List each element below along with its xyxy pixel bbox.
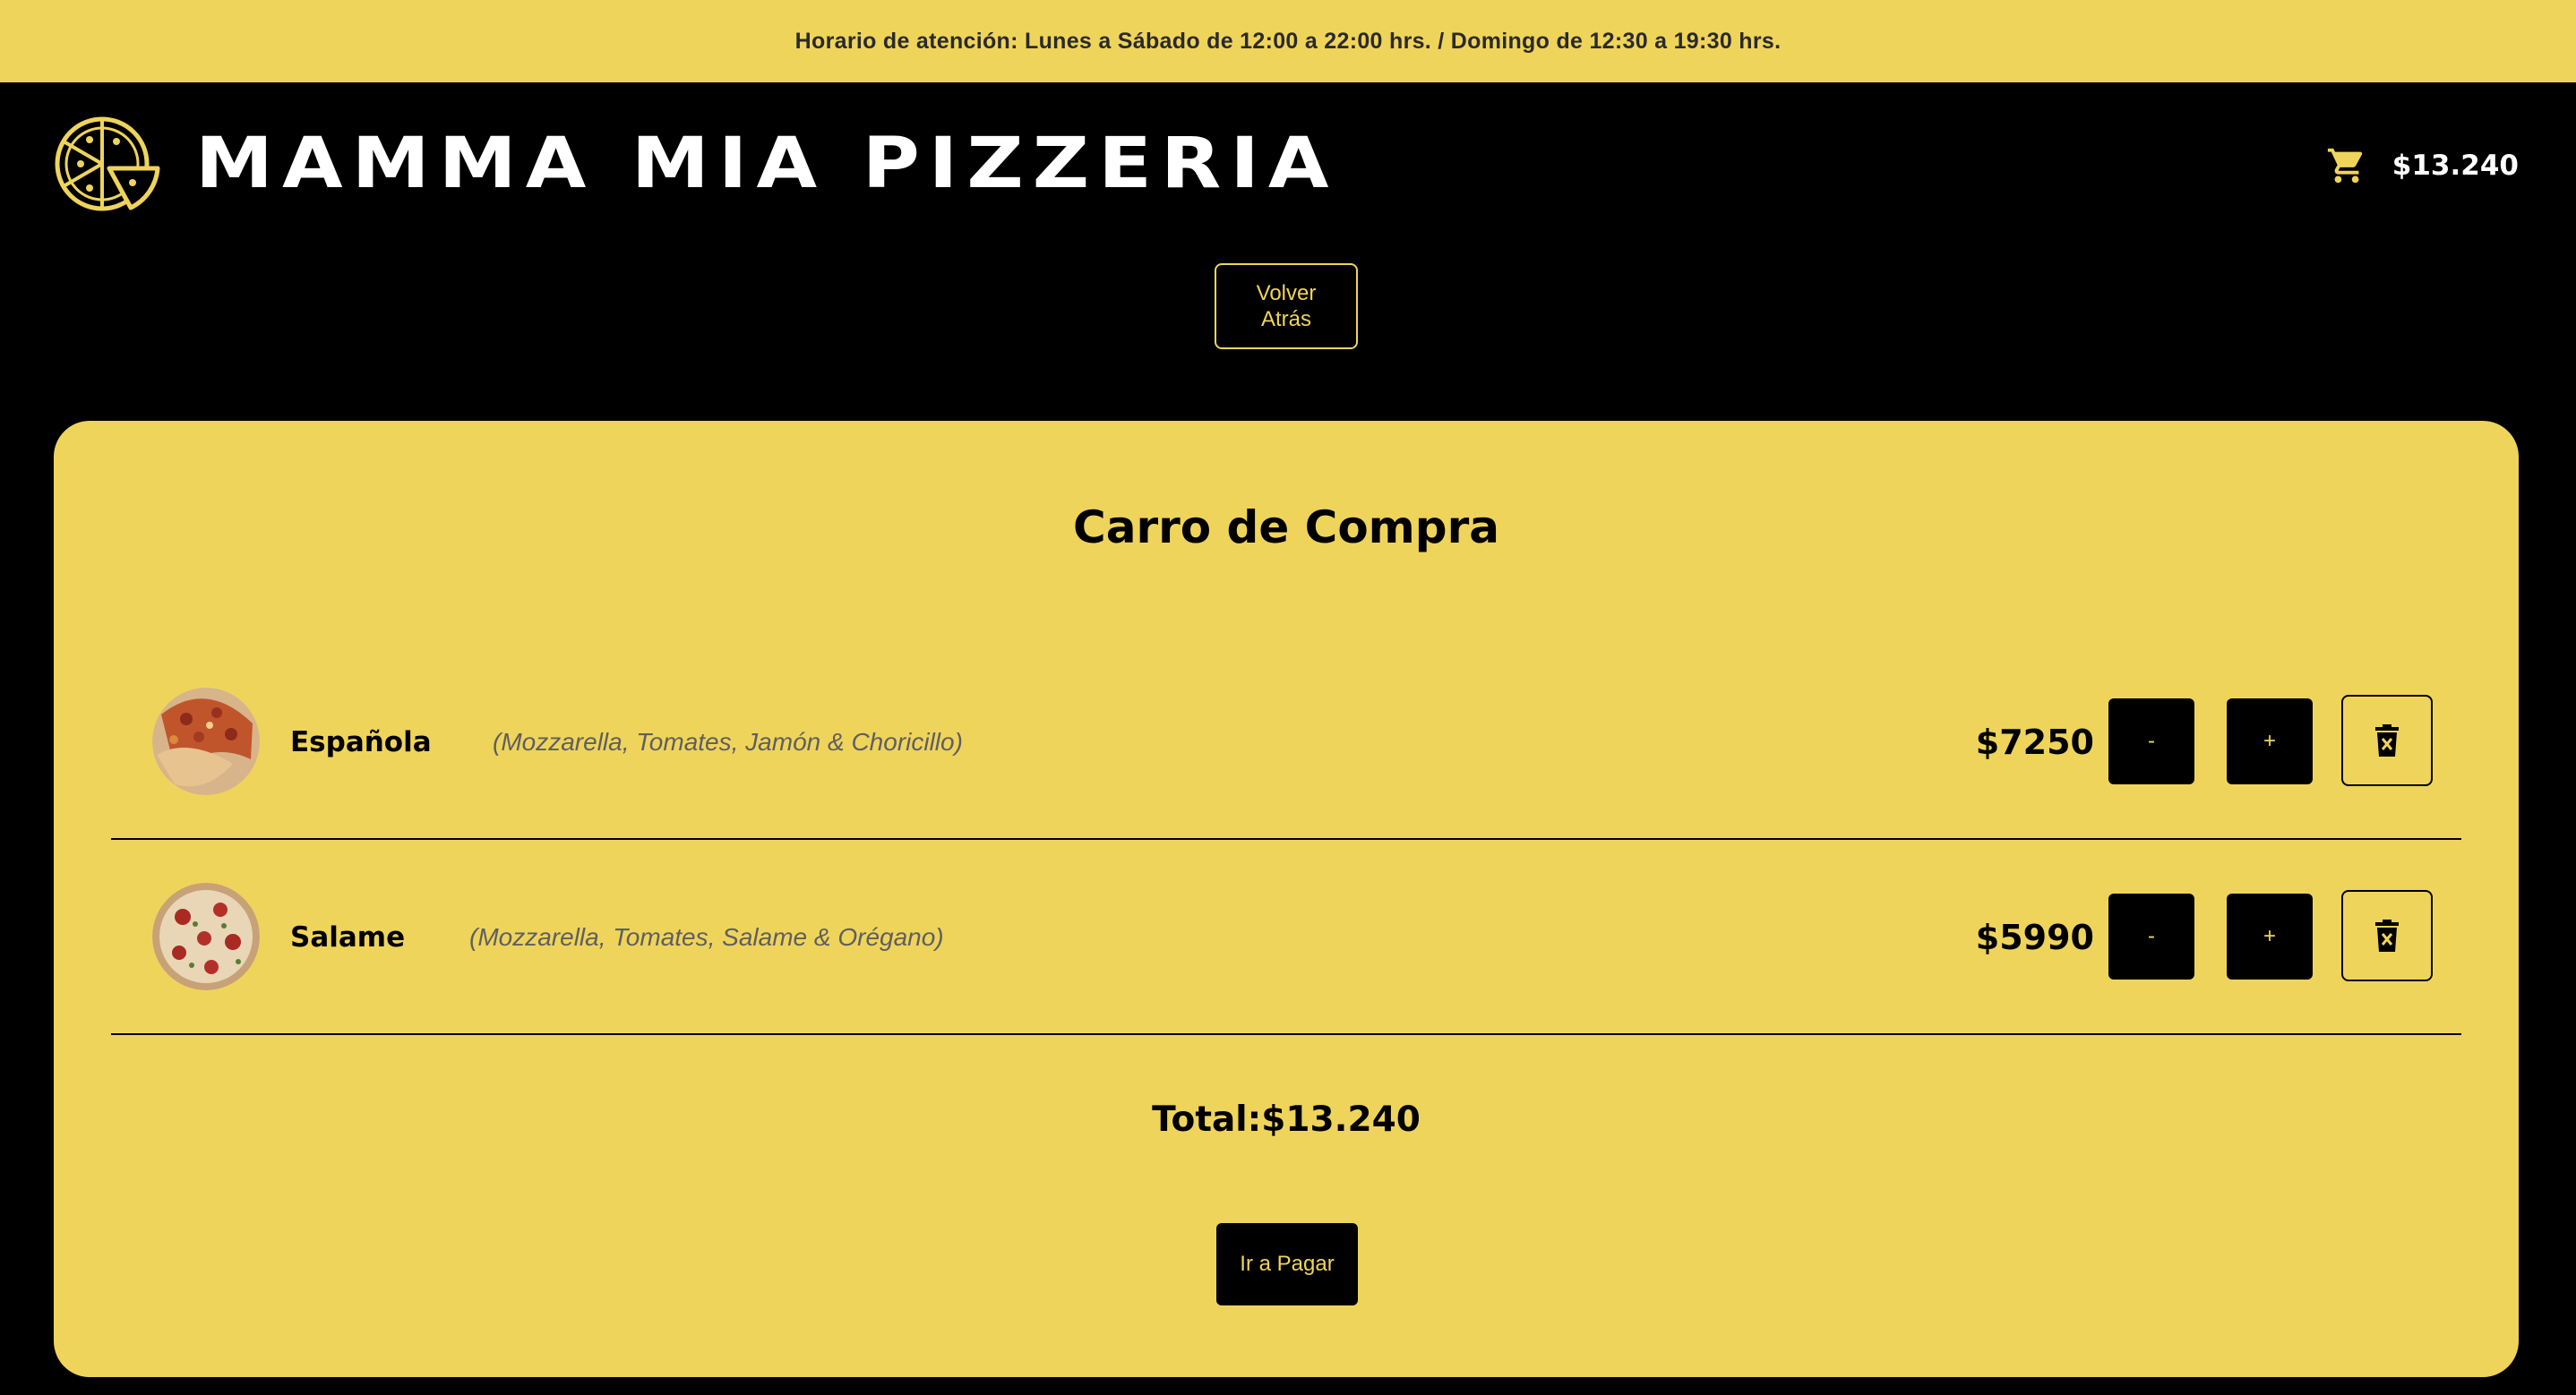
decrease-quantity-button[interactable]: - <box>2108 894 2194 980</box>
cart-icon <box>2327 148 2363 184</box>
remove-item-button[interactable] <box>2341 695 2433 786</box>
cart-item-row: Salame (Mozzarella, Tomates, Salame & Or… <box>111 840 2461 1035</box>
cart-item-description: (Mozzarella, Tomates, Jamón & Choricillo… <box>493 728 963 756</box>
increase-quantity-button[interactable]: + <box>2227 698 2313 784</box>
pizza-salame-image <box>152 883 260 990</box>
back-button[interactable]: Volver Atrás <box>1215 263 1358 349</box>
trash-icon <box>2375 920 2399 952</box>
opening-hours-banner: Horario de atención: Lunes a Sábado de 1… <box>0 0 2576 82</box>
cart-item-name: Española <box>290 726 432 758</box>
cart-item-row: Española (Mozzarella, Tomates, Jamón & C… <box>111 645 2461 840</box>
cart-total-amount: $13.240 <box>2391 150 2519 182</box>
cart-item-price: $7250 <box>1975 723 2094 762</box>
checkout-button[interactable]: Ir a Pagar <box>1216 1223 1358 1305</box>
cart-item-name: Salame <box>290 921 406 954</box>
decrease-quantity-button[interactable]: - <box>2108 698 2194 784</box>
navbar: MAMMA MIA PIZZERIA $13.240 <box>0 82 2576 248</box>
increase-quantity-button[interactable]: + <box>2227 894 2313 980</box>
cart-summary[interactable]: $13.240 <box>2326 141 2519 190</box>
cart-title: Carro de Compra <box>1073 501 1499 553</box>
trash-icon <box>2375 724 2399 757</box>
cart-item-price: $5990 <box>1975 918 2094 957</box>
remove-item-button[interactable] <box>2341 890 2433 981</box>
cart-panel: Carro de Compra Española (Mozzarella, To… <box>54 421 2519 1377</box>
opening-hours-text: Horario de atención: Lunes a Sábado de 1… <box>794 28 1782 54</box>
brand-title[interactable]: MAMMA MIA PIZZERIA <box>195 115 1338 213</box>
cart-total: Total:$13.240 <box>1152 1100 1421 1140</box>
pizza-icon[interactable] <box>50 115 163 213</box>
pizza-espanola-image <box>152 688 260 795</box>
cart-item-description: (Mozzarella, Tomates, Salame & Orégano) <box>469 923 944 951</box>
